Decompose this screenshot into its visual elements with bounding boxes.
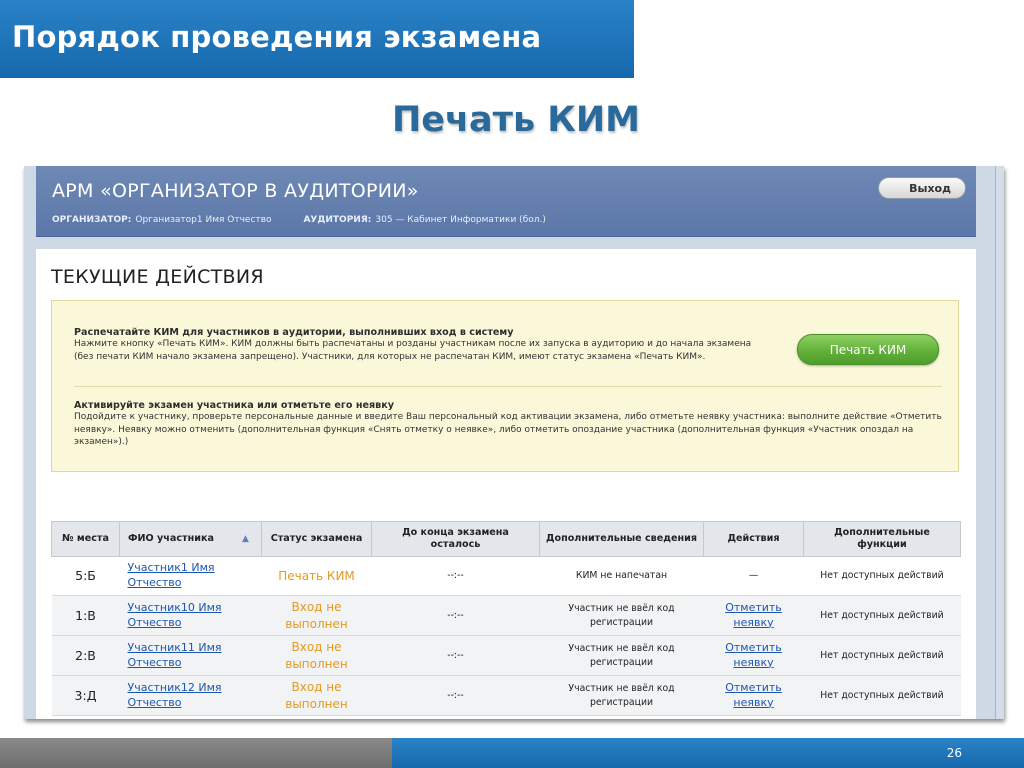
window-scrollbar[interactable]	[995, 166, 1004, 719]
participant-link[interactable]: Участник12 Имя Отчество	[128, 681, 222, 709]
slide-title: Порядок проведения экзамена	[12, 20, 542, 54]
cell-action: —	[703, 556, 804, 596]
cell-remaining: --:--	[371, 595, 540, 636]
cell-info: КИМ не напечатан	[539, 556, 704, 596]
section-title: ТЕКУЩИЕ ДЕЙСТВИЯ	[51, 266, 264, 288]
page-number: 26	[946, 746, 962, 760]
mark-absence-link[interactable]: Отметить неявку	[725, 601, 782, 629]
print-kim-button[interactable]: Печать КИМ	[797, 334, 939, 365]
app-header: АРМ «ОРГАНИЗАТОР В АУДИТОРИИ» ОРГАНИЗАТО…	[36, 166, 976, 237]
mark-absence-link[interactable]: Отметить неявку	[725, 681, 782, 709]
header-place: № места	[51, 521, 120, 557]
cell-info: Участник не ввёл код регистрации	[539, 675, 704, 716]
table-row: 5:Б Участник1 Имя Отчество Печать КИМ --…	[51, 556, 961, 596]
table-row: 1:В Участник10 Имя Отчество Вход не выпо…	[51, 595, 961, 636]
divider	[74, 386, 942, 387]
cell-remaining: --:--	[371, 556, 540, 596]
table-row: 2:В Участник11 Имя Отчество Вход не выпо…	[51, 635, 961, 676]
mark-absence-link[interactable]: Отметить неявку	[725, 641, 782, 669]
cell-place: 5:Б	[51, 556, 120, 596]
cell-place: 3:Д	[51, 675, 120, 716]
slide-title-bar: Порядок проведения экзамена	[0, 0, 634, 78]
instructions-panel: Распечатайте КИМ для участников в аудито…	[51, 300, 959, 472]
cell-status: Вход не выполнен	[285, 639, 348, 671]
header-status: Статус экзамена	[261, 521, 372, 557]
footer-bar-right: 26	[392, 738, 1024, 768]
header-remaining: До конца экзамена осталось	[371, 521, 540, 557]
sort-asc-icon[interactable]: ▲	[242, 534, 249, 544]
cell-remaining: --:--	[371, 635, 540, 676]
slide-subtitle: Печать КИМ	[391, 100, 640, 140]
app-title: АРМ «ОРГАНИЗАТОР В АУДИТОРИИ»	[52, 180, 419, 202]
participant-link[interactable]: Участник11 Имя Отчество	[128, 641, 222, 669]
room-label: АУДИТОРИЯ:	[303, 215, 372, 225]
header-name-label: ФИО участника	[128, 533, 214, 544]
organizer-value: Организатор1 Имя Отчество	[135, 215, 272, 225]
activation-instruction-heading: Активируйте экзамен участника или отметь…	[74, 400, 394, 411]
organizer-label: ОРГАНИЗАТОР:	[52, 215, 132, 225]
header-actions: Действия	[703, 521, 804, 557]
room-value: 305 — Кабинет Информатики (бол.)	[375, 215, 546, 225]
cell-extra: Нет доступных действий	[803, 556, 961, 596]
header-info: Дополнительные сведения	[539, 521, 704, 557]
activation-instruction-text: Подойдите к участнику, проверьте персона…	[74, 412, 942, 447]
header-name[interactable]: ФИО участника ▲	[119, 521, 262, 557]
cell-extra: Нет доступных действий	[803, 675, 961, 716]
footer-bar-left	[0, 738, 392, 768]
table-row: 3:Д Участник12 Имя Отчество Вход не выпо…	[51, 675, 961, 716]
cell-place: 2:В	[51, 635, 120, 676]
cell-status: Печать КИМ	[278, 568, 355, 583]
print-instruction-text: Нажмите кнопку «Печать КИМ». КИМ должны …	[74, 339, 752, 362]
cell-place: 1:В	[51, 595, 120, 636]
main-content: ТЕКУЩИЕ ДЕЙСТВИЯ Распечатайте КИМ для уч…	[36, 249, 976, 719]
logout-button[interactable]: Выход	[878, 177, 966, 199]
cell-remaining: --:--	[371, 675, 540, 716]
header-extra: Дополнительные функции	[803, 521, 961, 557]
participant-link[interactable]: Участник1 Имя Отчество	[128, 561, 215, 589]
cell-extra: Нет доступных действий	[803, 635, 961, 676]
cell-status: Вход не выполнен	[285, 679, 348, 711]
print-instruction-heading: Распечатайте КИМ для участников в аудито…	[74, 327, 514, 338]
cell-extra: Нет доступных действий	[803, 595, 961, 636]
app-screenshot: АРМ «ОРГАНИЗАТОР В АУДИТОРИИ» ОРГАНИЗАТО…	[24, 166, 1004, 719]
participants-table: № места ФИО участника ▲ Статус экзамена Д…	[51, 521, 961, 716]
cell-info: Участник не ввёл код регистрации	[539, 635, 704, 676]
participant-link[interactable]: Участник10 Имя Отчество	[128, 601, 222, 629]
organizer-info: ОРГАНИЗАТОР: Организатор1 Имя Отчество АУД…	[52, 215, 546, 225]
cell-status: Вход не выполнен	[285, 599, 348, 631]
table-header-row: № места ФИО участника ▲ Статус экзамена Д…	[51, 521, 961, 557]
cell-info: Участник не ввёл код регистрации	[539, 595, 704, 636]
